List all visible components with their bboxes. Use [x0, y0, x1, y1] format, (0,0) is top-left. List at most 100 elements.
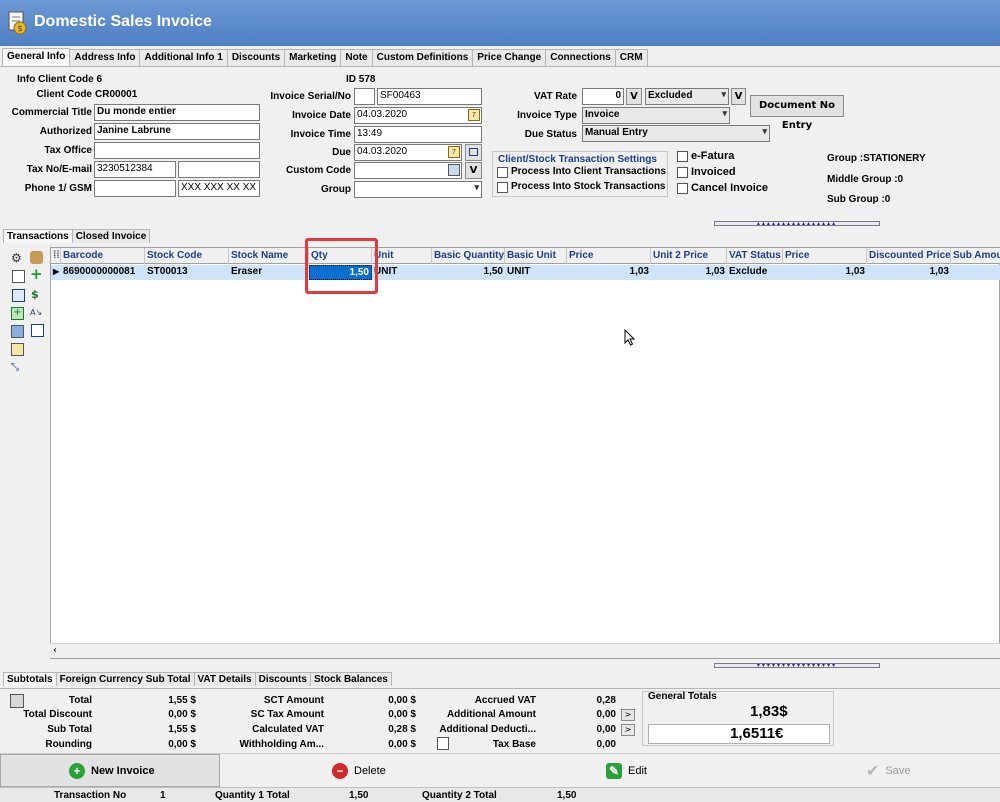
- due-calc-button[interactable]: [465, 144, 482, 161]
- vat-rate-v-button[interactable]: V: [626, 88, 642, 105]
- bottom-splitter-handle[interactable]: ▾▾▾▾▾▾▾▾▾▾▾▾▾▾▾▾: [714, 663, 880, 668]
- col-unit[interactable]: Unit: [372, 248, 432, 264]
- stock-transactions-checkbox[interactable]: [497, 182, 508, 193]
- cell-price-2[interactable]: 1,03: [783, 265, 867, 280]
- tab-stock-balances[interactable]: Stock Balances: [309, 672, 392, 686]
- calendar-icon[interactable]: 7: [448, 146, 460, 158]
- tab-price-change[interactable]: Price Change: [472, 49, 547, 66]
- tab-vat-details[interactable]: VAT Details: [193, 672, 256, 686]
- tax-office-field[interactable]: [94, 142, 260, 159]
- authorized-field[interactable]: Janine Labrune: [94, 123, 260, 140]
- invoice-date-field[interactable]: 04.03.2020 7: [354, 107, 482, 124]
- tab-note[interactable]: Note: [340, 49, 373, 66]
- quantity2-total-value: 1,50: [557, 790, 577, 801]
- rounding-label: Rounding: [45, 739, 92, 750]
- new-document-icon[interactable]: [12, 270, 25, 283]
- cell-vat-status[interactable]: Exclude: [727, 265, 783, 280]
- commercial-title-field[interactable]: Du monde entier: [94, 104, 260, 121]
- dollar-icon[interactable]: $: [31, 288, 44, 301]
- invoice-type-select[interactable]: Invoice ▾: [582, 107, 730, 124]
- tab-subtotals[interactable]: Subtotals: [3, 672, 57, 686]
- col-vat-status[interactable]: VAT Status: [727, 248, 783, 264]
- vat-rate-field[interactable]: 0: [582, 88, 624, 105]
- tax-no-field[interactable]: 3230512384: [94, 161, 176, 178]
- col-stock-code[interactable]: Stock Code: [145, 248, 229, 264]
- tab-discounts-bottom[interactable]: Discounts: [254, 672, 311, 686]
- scroll-left-icon[interactable]: ‹: [53, 645, 57, 656]
- due-date-field[interactable]: 04.03.2020 7: [354, 144, 462, 161]
- tab-address-info[interactable]: Address Info: [69, 49, 141, 66]
- efatura-checkbox[interactable]: [677, 151, 688, 162]
- tab-transactions[interactable]: Transactions: [3, 229, 73, 243]
- tab-marketing[interactable]: Marketing: [284, 49, 342, 66]
- horizontal-scrollbar[interactable]: ‹: [50, 643, 1000, 658]
- top-splitter-handle[interactable]: ▴▴▴▴▴▴▴▴▴▴▴▴▴▴▴▴: [714, 221, 880, 226]
- col-unit2-price[interactable]: Unit 2 Price: [651, 248, 727, 264]
- cell-stock-name[interactable]: Eraser: [229, 265, 309, 280]
- document-no-entry-button[interactable]: Document No Entry: [750, 95, 844, 131]
- building-icon[interactable]: [11, 325, 24, 338]
- tab-additional-info-1[interactable]: Additional Info 1: [139, 49, 228, 66]
- additional-amount-expand-button[interactable]: >: [621, 709, 635, 721]
- col-price-2[interactable]: Price: [783, 248, 867, 264]
- col-discounted-price[interactable]: Discounted Price: [867, 248, 951, 264]
- tab-custom-definitions[interactable]: Custom Definitions: [371, 49, 474, 66]
- rounding-value: 0,00 $: [168, 739, 196, 750]
- group-select[interactable]: ▾: [354, 181, 482, 198]
- lookup-icon[interactable]: [448, 164, 460, 176]
- wrench-icon[interactable]: [30, 251, 43, 264]
- new-invoice-button[interactable]: + New Invoice: [0, 754, 220, 787]
- col-stock-name[interactable]: Stock Name: [229, 248, 309, 264]
- save-button[interactable]: ✔ Save: [866, 754, 910, 787]
- cell-price[interactable]: 1,03: [567, 265, 651, 280]
- cell-barcode[interactable]: 8690000000081: [61, 265, 145, 280]
- additional-deduction-expand-button[interactable]: >: [621, 724, 635, 736]
- col-price[interactable]: Price: [567, 248, 651, 264]
- col-basic-quantity[interactable]: Basic Quantity: [432, 248, 505, 264]
- tab-foreign-currency[interactable]: Foreign Currency Sub Total: [55, 672, 195, 686]
- invoice-date-label: Invoice Date: [292, 110, 351, 121]
- tab-closed-invoice[interactable]: Closed Invoice: [71, 229, 151, 243]
- edit-button[interactable]: ✎ Edit: [606, 754, 647, 787]
- tab-general-info[interactable]: General Info: [2, 48, 71, 66]
- custom-code-field[interactable]: [354, 162, 462, 179]
- cancel-invoice-checkbox[interactable]: [677, 183, 688, 194]
- card-icon[interactable]: [31, 324, 44, 337]
- cell-basic-unit[interactable]: UNIT: [505, 265, 567, 280]
- add-item-icon[interactable]: +: [11, 307, 24, 320]
- invoice-time-field[interactable]: 13:49: [354, 126, 482, 143]
- vat-mode-select[interactable]: Excluded ▾: [645, 88, 729, 105]
- settings-gear-icon[interactable]: ⚙: [11, 252, 24, 265]
- report-icon[interactable]: [11, 343, 24, 356]
- invoiced-checkbox[interactable]: [677, 167, 688, 178]
- vat-mode-v-button[interactable]: V: [731, 88, 746, 105]
- connect-icon[interactable]: ⤡: [11, 361, 24, 374]
- col-basic-unit[interactable]: Basic Unit: [505, 248, 567, 264]
- cell-stock-code[interactable]: ST00013: [145, 265, 229, 280]
- email-field[interactable]: [178, 161, 260, 178]
- cell-unit[interactable]: UNIT: [372, 265, 432, 280]
- col-sub-amount[interactable]: Sub Amou: [951, 248, 1000, 264]
- format-icon[interactable]: A↘: [30, 306, 43, 319]
- custom-code-v-button[interactable]: V: [465, 162, 482, 179]
- group-label: Group: [321, 184, 351, 195]
- delete-button[interactable]: − Delete: [332, 754, 386, 787]
- invoice-serial-field[interactable]: [354, 88, 375, 105]
- client-transactions-checkbox[interactable]: [497, 167, 508, 178]
- table-row[interactable]: ▶ 8690000000081 ST00013 Eraser 1,50 UNIT…: [51, 265, 1000, 280]
- document-list-icon[interactable]: [12, 289, 25, 302]
- tab-crm[interactable]: CRM: [614, 49, 648, 66]
- invoice-number-field[interactable]: SF00463: [377, 88, 482, 105]
- col-barcode[interactable]: Barcode: [61, 248, 145, 264]
- row-selector-header[interactable]: ⁞⁞: [51, 248, 61, 264]
- tab-connections[interactable]: Connections: [545, 49, 616, 66]
- calendar-icon[interactable]: 7: [468, 109, 480, 121]
- add-row-icon[interactable]: +: [30, 267, 43, 282]
- due-status-select[interactable]: Manual Entry ▾: [582, 125, 770, 142]
- tab-discounts[interactable]: Discounts: [226, 49, 286, 66]
- cell-unit2-price[interactable]: 1,03: [651, 265, 727, 280]
- phone-field[interactable]: [94, 180, 176, 197]
- cell-discounted-price[interactable]: 1,03: [867, 265, 951, 280]
- cell-basic-quantity[interactable]: 1,50: [432, 265, 505, 280]
- gsm-field[interactable]: XXX XXX XX XX: [178, 180, 260, 197]
